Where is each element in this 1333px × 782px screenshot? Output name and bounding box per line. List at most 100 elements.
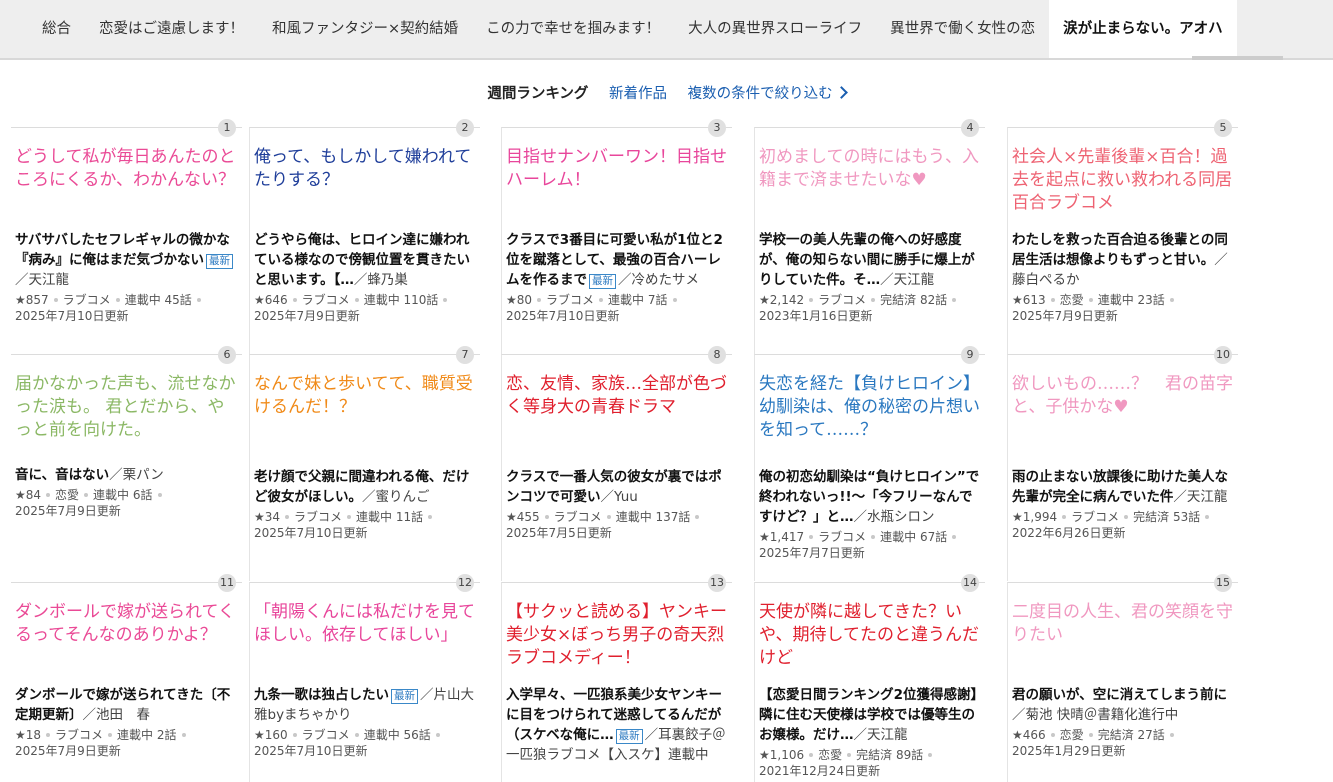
ranking-card[interactable]: 6 届かなかった声も、流せなかった涙も。 君とだから、やっと前を向けた。音に、音は…: [11, 346, 242, 581]
work-title[interactable]: 九条一歌は独占したい 最新 ／片山大雅byまちゃかり: [254, 685, 476, 725]
author-name[interactable]: ／冷めたサメ: [618, 272, 699, 288]
work-title-text[interactable]: 君の願いが、空に消えてしまう前に: [1012, 687, 1227, 703]
category-tab[interactable]: 恋愛はご遠慮します！: [85, 0, 258, 58]
author-name[interactable]: ／水瓶シロン: [854, 509, 935, 525]
star-count: ★18: [15, 728, 42, 742]
work-title[interactable]: クラスで一番人気の彼女が裏ではポンコツで可愛い／Yuu: [506, 467, 728, 507]
catchphrase[interactable]: なんで妹と歩いてて、職質受けるんだ！？: [254, 373, 476, 419]
author-name[interactable]: ／天江龍: [880, 272, 934, 288]
rank-badge: 6: [218, 346, 236, 364]
genre-label: 恋愛: [55, 488, 80, 502]
work-title[interactable]: 入学早々、一匹狼系美少女ヤンキーに目をつけられて迷惑してるんだが（スケベな俺に……: [506, 685, 728, 765]
work-title[interactable]: クラスで3番目に可愛い私が1位と2位を蹴落として、最強の百合ハーレムを作るまで最…: [506, 230, 728, 290]
work-title[interactable]: 学校一の美人先輩の俺への好感度が、俺の知らない間に勝手に爆上がりしていた件。そ……: [759, 230, 981, 290]
new-works-link[interactable]: 新着作品: [609, 82, 667, 103]
work-title-text[interactable]: 音に、音はない: [15, 467, 109, 483]
work-title[interactable]: サバサバしたセフレギャルの微かな『病み』に俺はまだ気づかない 最新 ／天江龍: [15, 230, 238, 290]
ranking-card[interactable]: 11 ダンボールで嫁が送られてくるってそんなのありかよ？ ダンボールで嫁が送られてき…: [11, 574, 242, 782]
work-title[interactable]: 【恋愛日間ランキング2位獲得感謝】隣に住む天使様は学校では優等生のお嬢様。だけ……: [759, 685, 981, 745]
separator-dot-icon: [435, 733, 440, 737]
ranking-card[interactable]: 12 「朝陽くんには私だけを見てほしい。依存してほしい」九条一歌は独占したい 最新／…: [249, 574, 480, 782]
updated-date: 2025年1月29日更新: [1012, 744, 1126, 758]
catchphrase[interactable]: 「朝陽くんには私だけを見てほしい。依存してほしい」: [254, 601, 476, 647]
work-title-text[interactable]: わたしを救った百合迫る後輩との同居生活は想像よりもずっと甘い。: [1012, 232, 1228, 268]
category-tab[interactable]: 総合: [28, 0, 85, 58]
work-title[interactable]: どうやら俺は、ヒロイン達に嫌われている様なので傍観位置を貫きたいと思います。【……: [254, 230, 476, 290]
catchphrase[interactable]: 俺って、もしかして嫌われてたりする？: [254, 146, 476, 192]
category-tab[interactable]: 異世界で働く女性の恋: [876, 0, 1049, 58]
work-title[interactable]: 雨の止まない放課後に助けた美人な先輩が完全に病んでいた件／天江龍: [1012, 467, 1234, 507]
ranking-card[interactable]: 13 【サクッと読める】ヤンキー美少女×ぼっち男子の奇天烈ラブコメディー！ 入学早々…: [501, 574, 732, 782]
serial-status: 完結済 53話: [1133, 510, 1201, 524]
latest-badge: 最新: [206, 254, 233, 269]
separator-dot-icon: [952, 298, 957, 302]
author-name[interactable]: ／Yuu: [601, 489, 638, 505]
work-title[interactable]: 君の願いが、空に消えてしまう前に ／菊池 快晴＠書籍化進行中: [1012, 685, 1234, 725]
separator-dot-icon: [354, 733, 359, 737]
ranking-card[interactable]: 8 恋、友情、家族…全部が色づく等身大の青春ドラマ クラスで一番人気の彼女が裏ではポ…: [501, 346, 732, 581]
rank-badge: 10: [1214, 346, 1232, 364]
work-title[interactable]: ダンボールで嫁が送られてきた〔不定期更新〕／池田 春: [15, 685, 238, 725]
rank-badge: 12: [456, 574, 474, 592]
tabbar-scrollbar[interactable]: [1192, 56, 1283, 60]
catchphrase[interactable]: 社会人×先輩後輩×百合！過去を起点に救い救われる同居百合ラブコメ: [1012, 146, 1234, 215]
catchphrase[interactable]: どうして私が毎日あんたのところにくるか、わかんない？: [15, 146, 238, 192]
ranking-subnav: 週間ランキング 新着作品 複数の条件で絞り込む: [0, 82, 1333, 103]
separator-dot-icon: [544, 515, 549, 519]
author-name[interactable]: ／菊池 快晴＠書籍化進行中: [1012, 707, 1178, 723]
ranking-card[interactable]: 3 目指せナンバーワン！目指せハーレム！ クラスで3番目に可愛い私が1位と2位を蹴落…: [501, 119, 732, 354]
catchphrase[interactable]: 恋、友情、家族…全部が色づく等身大の青春ドラマ: [506, 373, 728, 419]
separator-dot-icon: [443, 298, 448, 302]
catchphrase[interactable]: 【サクッと読める】ヤンキー美少女×ぼっち男子の奇天烈ラブコメディー！: [506, 601, 728, 670]
rank-badge: 5: [1214, 119, 1232, 137]
catchphrase[interactable]: 初めましての時にはもう、入籍まで済ませたいな♥: [759, 146, 981, 192]
ranking-card[interactable]: 7 なんで妹と歩いてて、職質受けるんだ！？ 老け顔で父親に間違われる俺、だけど彼女が…: [249, 346, 480, 581]
category-tab[interactable]: 和風ファンタジー×契約結婚: [258, 0, 472, 58]
catchphrase[interactable]: ダンボールで嫁が送られてくるってそんなのありかよ？: [15, 601, 238, 647]
separator-dot-icon: [428, 515, 433, 519]
ranking-card[interactable]: 10 欲しいもの……？ 君の苗字と、子供かな♥ 雨の止まない放課後に助けた美人な先輩…: [1007, 346, 1238, 581]
category-tab-list: 総合 恋愛はご遠慮します！ 和風ファンタジー×契約結婚 この力で幸せを掴みます！ 大人の…: [28, 0, 1283, 58]
rank-badge: 11: [218, 574, 236, 592]
work-title-text[interactable]: サバサバしたセフレギャルの微かな『病み』に俺はまだ気づかない: [15, 232, 230, 268]
rank-badge: 7: [456, 346, 474, 364]
ranking-card[interactable]: 15 二度目の人生、君の笑顔を守りたい 君の願いが、空に消えてしまう前に ／菊池 快晴…: [1007, 574, 1238, 782]
filter-link-label: 複数の条件で絞り込む: [687, 86, 833, 102]
ranking-card[interactable]: 14 天使が隣に越してきた？いや、期待してたのと違うんだけど 【恋愛日間ランキング2…: [754, 574, 985, 782]
catchphrase[interactable]: 失恋を経た【負けヒロイン】幼馴染は、俺の秘密の片想いを知って……？: [759, 373, 981, 442]
work-title-text[interactable]: 学校一の美人先輩の俺への好感度が、俺の知らない間に勝手に爆上がりしていた件。そ…: [759, 232, 975, 288]
filter-link[interactable]: 複数の条件で絞り込む: [687, 82, 848, 103]
star-count: ★646: [254, 293, 288, 307]
ranking-card[interactable]: 1 どうして私が毎日あんたのところにくるか、わかんない？ サバサバしたセフレギャルの…: [11, 119, 242, 354]
work-title[interactable]: 音に、音はない／栗パン: [15, 465, 238, 485]
author-name[interactable]: ／天江龍: [854, 727, 908, 743]
catchphrase[interactable]: 目指せナンバーワン！目指せハーレム！: [506, 146, 728, 192]
category-tab[interactable]: この力で幸せを掴みます！: [472, 0, 674, 58]
catchphrase[interactable]: 二度目の人生、君の笑顔を守りたい: [1012, 601, 1234, 647]
author-name[interactable]: ／蜜りんご: [362, 489, 430, 505]
author-name[interactable]: ／池田 春: [83, 707, 151, 723]
ranking-card[interactable]: 4 初めましての時にはもう、入籍まで済ませたいな♥ 学校一の美人先輩の俺への好感度が…: [754, 119, 985, 354]
ranking-card[interactable]: 9 失恋を経た【負けヒロイン】幼馴染は、俺の秘密の片想いを知って……？ 俺の初恋幼馴…: [754, 346, 985, 581]
category-tab[interactable]: 涙が止まらない。アオハ: [1049, 0, 1237, 58]
star-count: ★80: [506, 293, 533, 307]
separator-dot-icon: [606, 515, 611, 519]
ranking-card[interactable]: 2 俺って、もしかして嫌われてたりする？ どうやら俺は、ヒロイン達に嫌われている様な…: [249, 119, 480, 354]
work-title[interactable]: 俺の初恋幼馴染は“負けヒロイン”で終われないっ!!～「今フリーなんですけど？」と…: [759, 467, 981, 527]
author-name[interactable]: ／栗パン: [109, 467, 164, 483]
ranking-card[interactable]: 5 社会人×先輩後輩×百合！過去を起点に救い救われる同居百合ラブコメわたしを救った…: [1007, 119, 1238, 354]
genre-label: 恋愛: [1059, 728, 1084, 742]
separator-dot-icon: [181, 733, 186, 737]
category-tab[interactable]: 大人の異世界スローライフ: [674, 0, 876, 58]
author-name[interactable]: ／天江龍: [1173, 489, 1227, 505]
work-title-text[interactable]: 九条一歌は独占したい: [254, 687, 389, 703]
catchphrase[interactable]: 天使が隣に越してきた？いや、期待してたのと違うんだけど: [759, 601, 981, 670]
separator-dot-icon: [1169, 733, 1174, 737]
author-name[interactable]: ／蜂乃巣: [354, 272, 408, 288]
author-name[interactable]: ／天江龍: [15, 272, 69, 288]
catchphrase[interactable]: 届かなかった声も、流せなかった涙も。 君とだから、やっと前を向けた。: [15, 373, 238, 442]
work-title[interactable]: わたしを救った百合迫る後輩との同居生活は想像よりもずっと甘い。／藤白ぺるか: [1012, 230, 1234, 290]
catchphrase[interactable]: 欲しいもの……？ 君の苗字と、子供かな♥: [1012, 373, 1234, 419]
updated-date: 2025年7月9日更新: [15, 504, 121, 518]
work-title[interactable]: 老け顔で父親に間違われる俺、だけど彼女がほしい。／蜜りんご: [254, 467, 476, 507]
